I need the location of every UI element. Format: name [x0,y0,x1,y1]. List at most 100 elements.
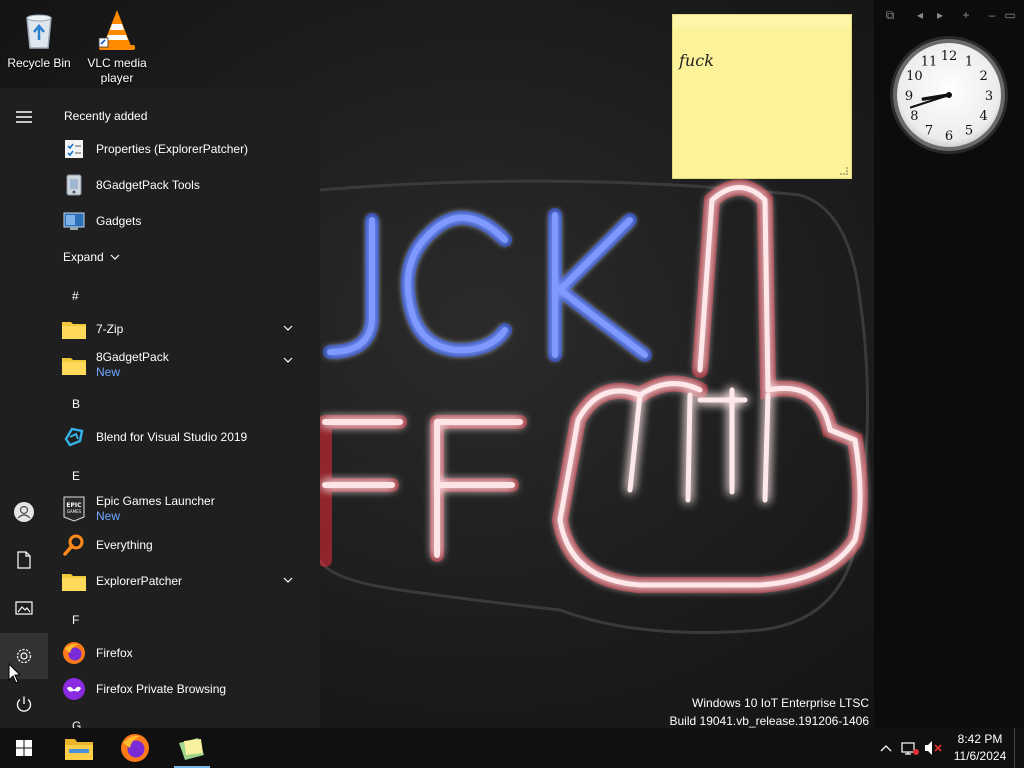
epic-icon-word1: EPIC [66,502,82,509]
clock-numeral: 7 [925,124,933,139]
new-badge: New [96,365,121,379]
user-account-button[interactable] [0,489,48,535]
app-8gadgetpack-tools[interactable]: 8GadgetPack Tools [60,168,314,202]
recycle-bin-icon [26,14,52,49]
clock-numeral: 8 [910,109,918,124]
power-button[interactable] [0,681,48,727]
expand-recent-button[interactable]: Expand [63,250,120,264]
app-label: Properties (ExplorerPatcher) [96,141,249,156]
firefox-icon [60,639,88,667]
gadgetpack-tools-icon [60,171,88,199]
app-firefox[interactable]: Firefox [60,636,314,670]
app-label: ExplorerPatcher [96,573,183,588]
clock-numeral: 5 [965,124,973,139]
epic-games-icon: EPIC GAMES [60,495,88,523]
clock-numeral: 9 [905,89,913,104]
volume-muted-icon[interactable] [922,728,946,768]
folder-icon [60,567,88,595]
app-blend-visual-studio[interactable]: Blend for Visual Studio 2019 [60,420,314,454]
pictures-button[interactable] [0,585,48,631]
app-7zip[interactable]: 7-Zip [60,312,314,346]
clock-numeral: 12 [941,49,958,64]
minimize-sidebar-button[interactable]: – [985,8,999,22]
app-firefox-private[interactable]: Firefox Private Browsing [60,672,314,706]
app-label: 8GadgetPack Tools [96,177,200,192]
taskbar-clock[interactable]: 8:42 PM 11/6/2024 [946,731,1014,765]
neon-letter-f1 [322,419,403,488]
group-header-e[interactable]: E [72,469,80,483]
pictures-icon [15,601,33,615]
watermark-edition: Windows 10 IoT Enterprise LTSC [692,696,869,710]
show-hidden-icons-chevron-up-icon[interactable] [874,728,898,768]
taskbar-gadgets[interactable] [168,728,216,768]
app-label: Firefox Private Browsing [96,681,227,696]
group-header-b[interactable]: B [72,397,80,411]
recently-added-heading: Recently added [64,109,148,123]
system-tray: 8:42 PM 11/6/2024 [874,728,1024,768]
desktop-icon-label: VLC media player [87,56,147,85]
app-gadgets[interactable]: Gadgets [60,204,314,238]
clock-numeral: 6 [945,129,953,144]
show-desktop-button[interactable] [1014,728,1024,768]
app-label: 8GadgetPack New [96,350,169,380]
new-badge: New [96,509,121,523]
taskbar-firefox[interactable] [111,728,159,768]
group-header-f[interactable]: F [72,613,79,627]
firefox-private-icon [60,675,88,703]
power-icon [16,696,32,712]
clock-time: 8:42 PM [957,732,1003,746]
everything-search-icon [60,531,88,559]
documents-icon [17,551,31,569]
app-label: Everything [96,537,153,552]
user-icon [14,502,34,522]
app-name: Epic Games Launcher [96,494,215,508]
file-explorer-icon [65,739,93,760]
app-label: Firefox [96,645,133,660]
expand-menu-button[interactable] [0,94,48,140]
start-menu-rail [0,88,48,728]
sidebar-window-button[interactable]: ▭ [1003,8,1017,22]
chevron-down-icon[interactable] [282,574,294,586]
chevron-down-icon [110,254,120,260]
app-name: 8GadgetPack [96,350,169,364]
resize-grip-icon[interactable] [840,167,848,175]
epic-icon-word2: GAMES [67,509,82,514]
app-label: 7-Zip [96,321,124,336]
folder-icon [60,351,88,379]
app-properties-explorerpatcher[interactable]: Properties (ExplorerPatcher) [60,132,314,166]
app-explorerpatcher[interactable]: ExplorerPatcher [60,564,314,598]
app-label: Blend for Visual Studio 2019 [96,429,248,444]
clock-numeral: 10 [906,69,923,84]
app-8gadgetpack[interactable]: 8GadgetPack New [60,344,314,386]
gadgets-icon [60,207,88,235]
blend-icon [60,423,88,451]
previous-page-button[interactable]: ◂ [913,8,927,22]
clock-numeral: 11 [921,54,938,69]
network-disconnected-icon[interactable] [898,728,922,768]
mouse-pointer-icon [8,663,22,684]
next-page-button[interactable]: ▸ [933,8,947,22]
desktop-icon-vlc[interactable]: VLC media player [78,8,156,86]
documents-button[interactable] [0,537,48,583]
group-header-g[interactable]: G [72,719,81,728]
chevron-down-icon[interactable] [282,322,294,334]
chevron-down-icon[interactable] [282,354,294,366]
start-menu: Recently added Properties (ExplorerPatch… [0,88,320,728]
add-gadget-button[interactable]: + [959,8,973,22]
start-button[interactable] [0,728,48,768]
app-label: Epic Games Launcher New [96,494,215,524]
desktop-icon-recycle-bin[interactable]: Recycle Bin [0,8,78,71]
properties-icon [60,135,88,163]
hamburger-icon [16,111,32,123]
clock-numeral: 3 [985,89,993,104]
sidebar-toolbar-button[interactable]: ⧉ [883,8,897,23]
sticky-note-text[interactable]: fuck [679,51,714,70]
taskbar-file-explorer[interactable] [55,728,103,768]
clock-gadget[interactable]: 12 12 3 45678 9 1011 [888,34,1010,156]
app-everything[interactable]: Everything [60,528,314,562]
sticky-note[interactable]: fuck [672,14,852,179]
group-header-hash[interactable]: # [72,289,79,303]
taskbar: 8:42 PM 11/6/2024 [0,728,1024,768]
app-epic-games-launcher[interactable]: EPIC GAMES Epic Games Launcher New [60,488,314,530]
desktop-icon-label: Recycle Bin [7,56,71,70]
